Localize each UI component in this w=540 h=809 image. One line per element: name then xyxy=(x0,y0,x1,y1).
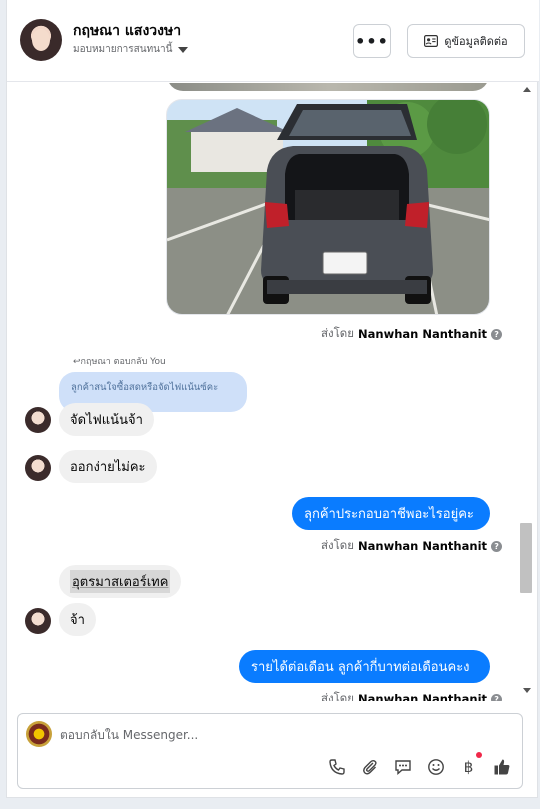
notification-dot xyxy=(476,752,482,758)
chevron-down-icon xyxy=(178,46,189,53)
saved-replies-button[interactable] xyxy=(392,756,413,777)
incoming-message[interactable]: อุตรมาสเตอร์เทค xyxy=(59,565,182,598)
outgoing-message[interactable]: รายได้ต่อเดือน ลูกค้ากี่บาทต่อเดือนคะง xyxy=(239,650,490,683)
attach-file-button[interactable] xyxy=(359,756,380,777)
contact-mini-avatar[interactable] xyxy=(25,407,51,433)
sent-by-label: ส่งโดย Nanwhan Nanthanit ? xyxy=(321,690,503,701)
more-options-button[interactable]: ••• xyxy=(353,24,391,58)
contact-card-icon xyxy=(424,35,439,47)
sent-by-label: ส่งโดย Nanwhan Nanthanit ? xyxy=(321,325,503,343)
send-like-button[interactable] xyxy=(491,756,512,777)
assign-label: มอบหมายการสนทนานี้ xyxy=(73,44,173,55)
agent-name[interactable]: Nanwhan Nanthanit xyxy=(358,327,487,341)
sent-by-label: ส่งโดย Nanwhan Nanthanit ? xyxy=(321,537,503,555)
reply-input[interactable] xyxy=(60,724,360,746)
emoji-icon xyxy=(427,758,444,775)
saved-replies-icon xyxy=(394,759,411,775)
message-composer: ฿ xyxy=(17,713,523,789)
scroll-thumb[interactable] xyxy=(520,523,532,593)
phone-icon xyxy=(328,758,345,775)
info-icon[interactable]: ? xyxy=(491,328,503,340)
payment-button[interactable]: ฿ xyxy=(458,752,482,777)
more-icon: ••• xyxy=(355,31,389,51)
incoming-message[interactable]: ออกง่ายไม่คะ xyxy=(59,450,157,483)
assign-conversation-dropdown[interactable]: มอบหมายการสนทนานี้ xyxy=(73,42,189,57)
message-thread: ส่งโดย Nanwhan Nanthanit ? ↩กฤษณา ตอบกลั… xyxy=(7,83,539,701)
previous-image-message[interactable] xyxy=(167,83,489,91)
view-contact-info-label: ดูข้อมูลติดต่อ xyxy=(444,35,508,48)
reply-context-label: ↩กฤษณา ตอบกลับ You xyxy=(73,357,166,367)
car-photo-message[interactable] xyxy=(166,99,490,315)
incoming-message[interactable]: จ้า xyxy=(59,603,96,636)
scroll-down-icon[interactable] xyxy=(523,688,531,693)
contact-mini-avatar[interactable] xyxy=(25,608,51,634)
thumbs-up-icon xyxy=(494,759,509,774)
agent-name[interactable]: Nanwhan Nanthanit xyxy=(358,692,487,701)
conversation-header: กฤษณา แสงวงษา มอบหมายการสนทนานี้ ••• ดูข… xyxy=(7,0,539,82)
attachment-icon xyxy=(362,759,377,774)
agent-name[interactable]: Nanwhan Nanthanit xyxy=(358,539,487,553)
conversation-panel: กฤษณา แสงวงษา มอบหมายการสนทนานี้ ••• ดูข… xyxy=(6,0,539,798)
call-button[interactable] xyxy=(326,756,347,777)
highlighted-text: อุตรมาสเตอร์เทค xyxy=(70,570,171,593)
page-avatar xyxy=(26,721,52,747)
view-contact-info-button[interactable]: ดูข้อมูลติดต่อ xyxy=(407,24,525,58)
payment-icon: ฿ xyxy=(463,757,474,776)
info-icon[interactable]: ? xyxy=(491,540,503,552)
contact-name[interactable]: กฤษณา แสงวงษา xyxy=(73,20,181,42)
emoji-button[interactable] xyxy=(425,756,446,777)
incoming-message[interactable]: จัดไฟแน้นจ้า xyxy=(59,403,154,436)
car-photo xyxy=(167,100,489,314)
info-icon[interactable]: ? xyxy=(491,693,503,701)
contact-mini-avatar[interactable] xyxy=(25,455,51,481)
scroll-up-icon[interactable] xyxy=(523,87,531,92)
reply-arrow-icon: ↩ xyxy=(73,357,81,367)
contact-avatar[interactable] xyxy=(20,19,62,61)
composer-toolbar: ฿ xyxy=(326,752,512,777)
thread-scrollbar[interactable] xyxy=(520,83,534,701)
outgoing-message[interactable]: ลุกค้าประกอบอาชีพอะไรอยู่คะ xyxy=(292,497,490,530)
